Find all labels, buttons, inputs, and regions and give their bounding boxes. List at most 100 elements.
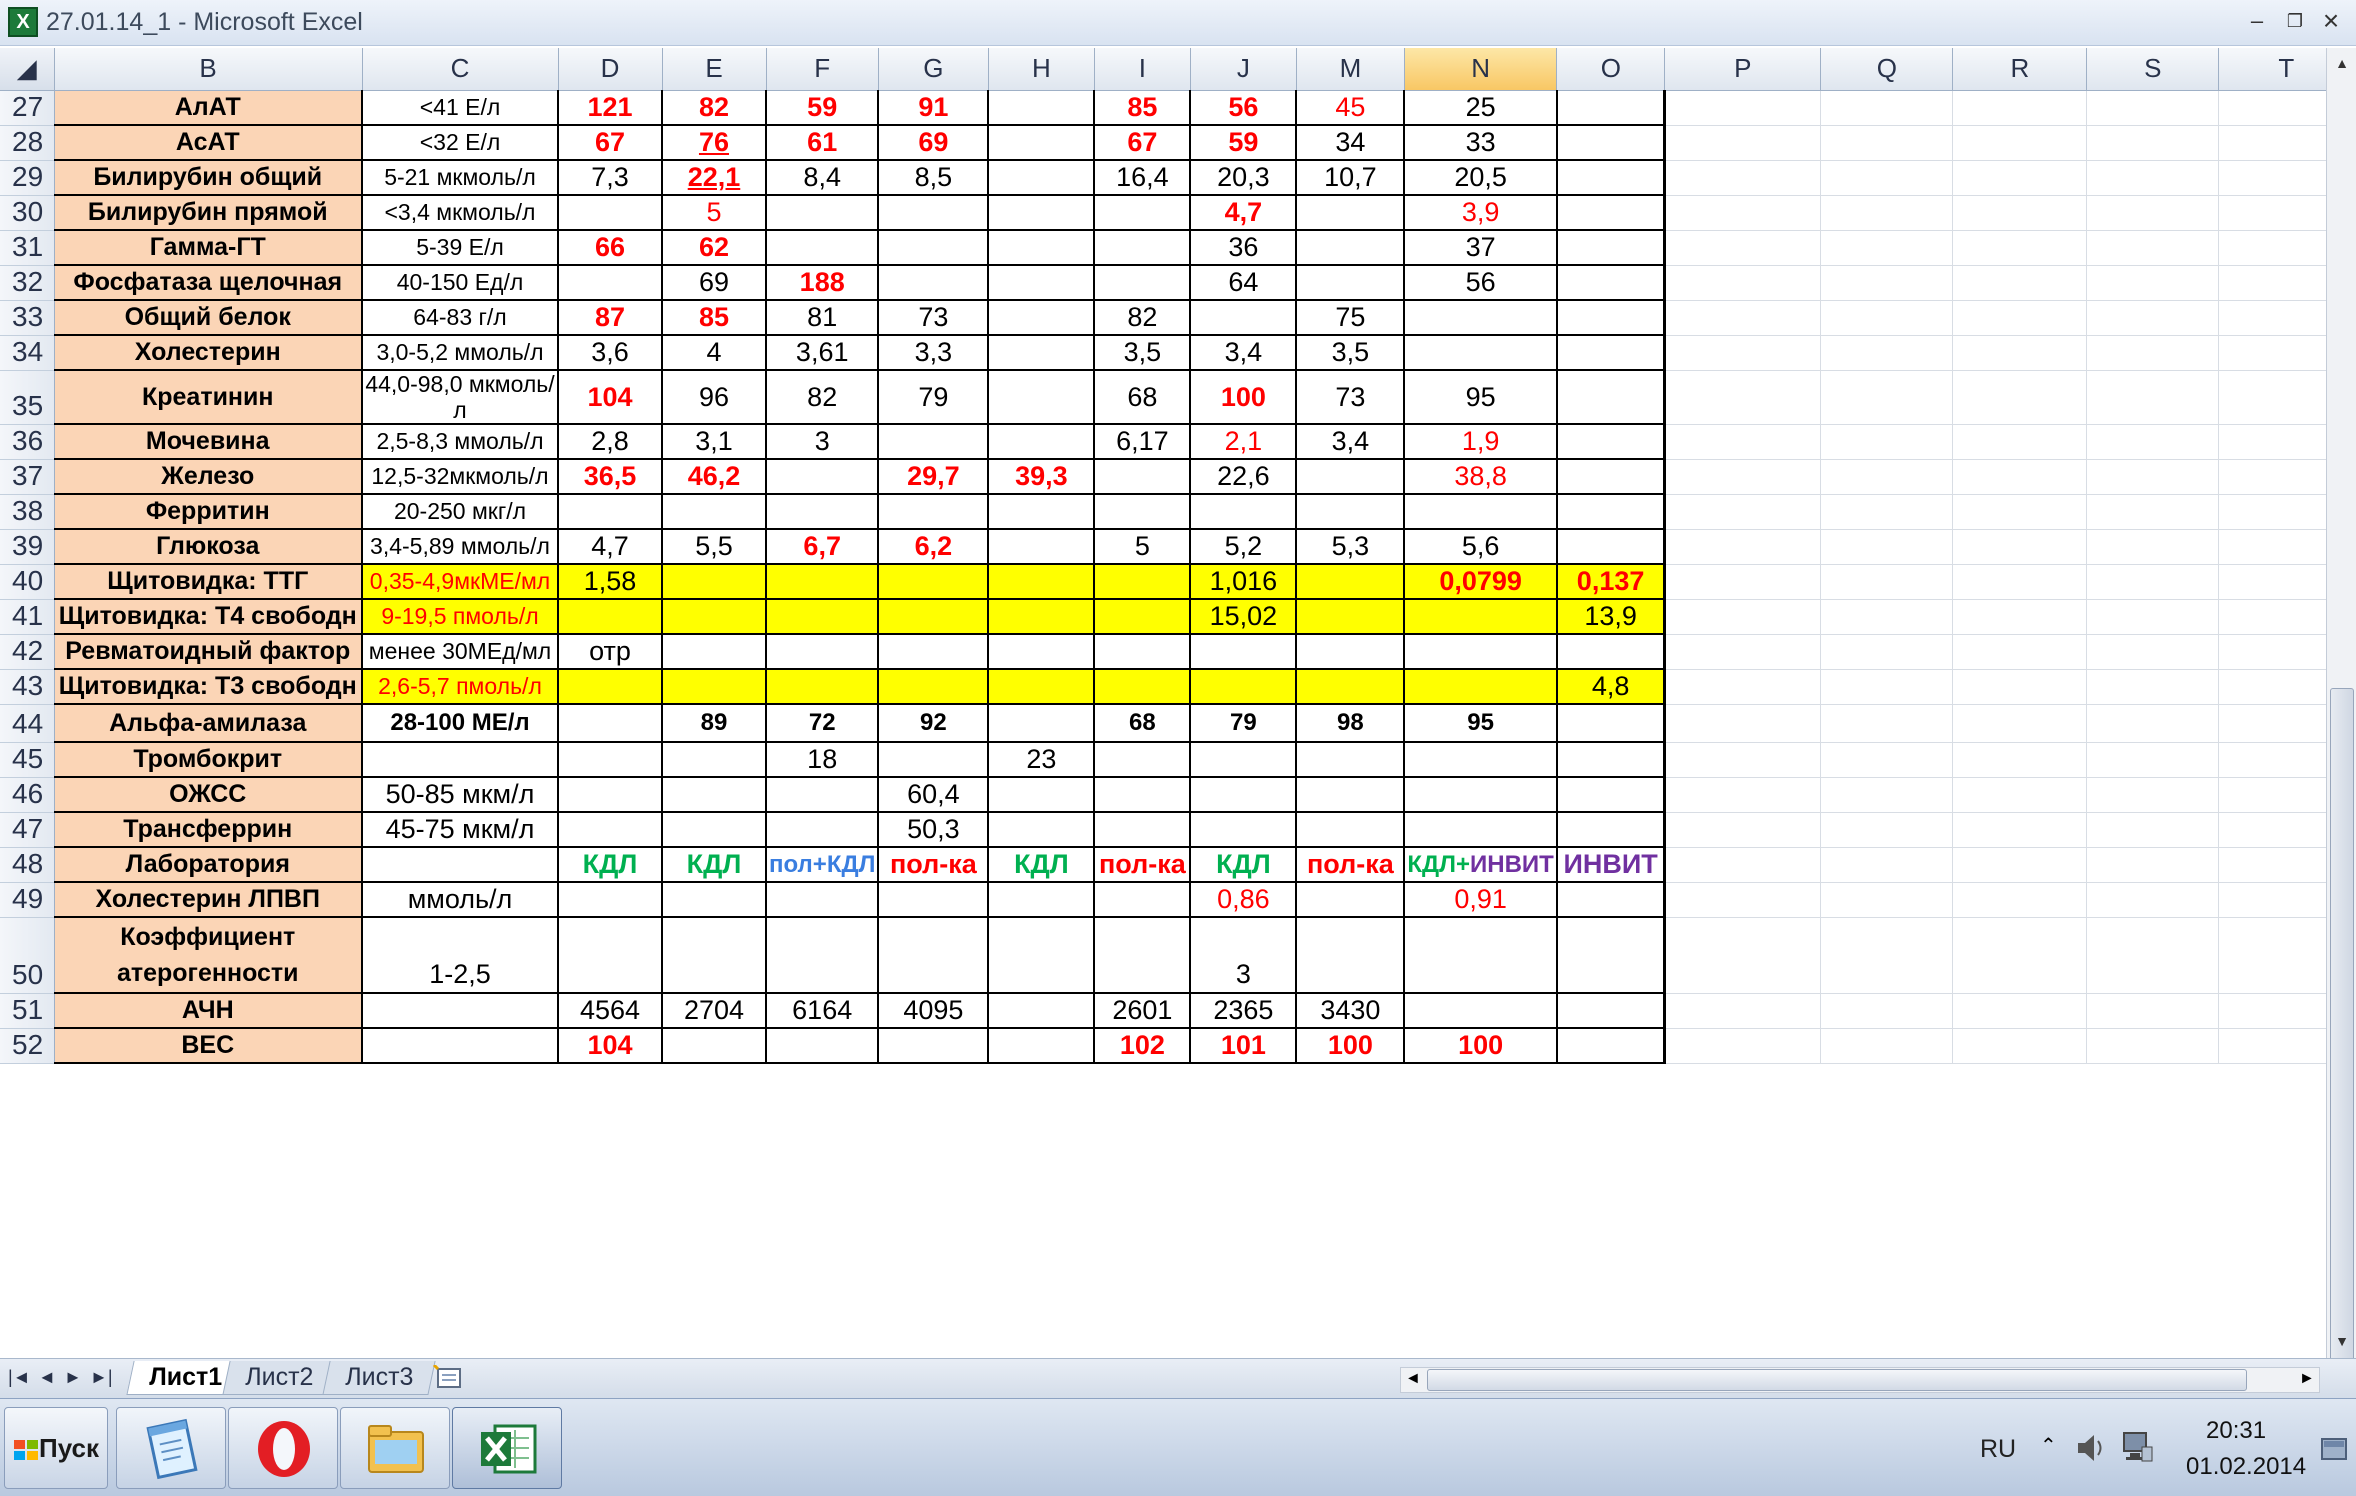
empty-cell[interactable] (1820, 160, 1954, 196)
empty-cell[interactable] (1664, 529, 1822, 565)
test-name-cell[interactable]: Ревматоидный фактор (54, 634, 363, 670)
row-header[interactable]: 43 (0, 669, 55, 705)
value-cell[interactable] (988, 993, 1096, 1029)
value-cell[interactable] (988, 424, 1096, 460)
empty-cell[interactable] (1952, 230, 2088, 266)
value-cell[interactable] (878, 1028, 990, 1064)
empty-cell[interactable] (1952, 847, 2088, 883)
row-header[interactable]: 46 (0, 777, 55, 813)
empty-cell[interactable] (2086, 599, 2220, 635)
value-cell[interactable] (1094, 634, 1192, 670)
value-cell[interactable]: 25 (1404, 90, 1558, 126)
value-cell[interactable] (878, 669, 990, 705)
empty-cell[interactable] (2086, 335, 2220, 371)
value-cell[interactable] (1556, 160, 1667, 196)
minimize-button[interactable]: – (2240, 6, 2274, 36)
value-cell[interactable] (988, 494, 1096, 530)
tab-sheet3[interactable]: Лист3 (322, 1361, 436, 1395)
test-name-cell[interactable]: Щитовидка: Т3 свободн (54, 669, 363, 705)
value-cell[interactable] (1296, 265, 1406, 301)
empty-cell[interactable] (1820, 195, 1954, 231)
insert-sheet-icon[interactable] (432, 1363, 468, 1391)
value-cell[interactable]: отр (558, 634, 663, 670)
empty-cell[interactable] (1820, 742, 1954, 778)
value-cell[interactable] (1190, 742, 1298, 778)
value-cell[interactable]: 0,86 (1190, 882, 1298, 918)
value-cell[interactable]: 1,58 (558, 564, 663, 600)
excel-taskbar-button[interactable] (452, 1407, 562, 1489)
empty-cell[interactable] (1952, 529, 2088, 565)
value-cell[interactable] (1296, 599, 1406, 635)
empty-cell[interactable] (2086, 917, 2220, 994)
empty-cell[interactable] (1820, 335, 1954, 371)
value-cell[interactable] (1556, 335, 1667, 371)
empty-cell[interactable] (2086, 459, 2220, 495)
value-cell[interactable] (1556, 90, 1667, 126)
empty-cell[interactable] (1952, 424, 2088, 460)
value-cell[interactable] (1404, 812, 1558, 848)
value-cell[interactable] (662, 777, 767, 813)
value-cell[interactable]: 79 (878, 370, 990, 425)
value-cell[interactable]: 91 (878, 90, 990, 126)
value-cell[interactable] (988, 195, 1096, 231)
empty-cell[interactable] (1952, 265, 2088, 301)
value-cell[interactable]: 4,8 (1556, 669, 1667, 705)
value-cell[interactable]: 29,7 (878, 459, 990, 495)
value-cell[interactable] (1296, 742, 1406, 778)
empty-cell[interactable] (2086, 370, 2220, 425)
value-cell[interactable]: 67 (558, 125, 663, 161)
value-cell[interactable] (878, 195, 990, 231)
value-cell[interactable]: 68 (1094, 370, 1192, 425)
value-cell[interactable] (558, 704, 663, 743)
empty-cell[interactable] (1952, 882, 2088, 918)
empty-cell[interactable] (2086, 704, 2220, 743)
value-cell[interactable] (1404, 669, 1558, 705)
column-header-o[interactable]: O (1556, 48, 1666, 91)
empty-cell[interactable] (1664, 847, 1822, 883)
value-cell[interactable]: 20,3 (1190, 160, 1298, 196)
value-cell[interactable]: 89 (662, 704, 767, 743)
value-cell[interactable] (662, 917, 767, 994)
test-name-cell[interactable]: Фосфатаза щелочная (54, 265, 363, 301)
opera-taskbar-button[interactable] (228, 1407, 338, 1489)
value-cell[interactable] (988, 529, 1096, 565)
value-cell[interactable]: 76 (662, 125, 767, 161)
value-cell[interactable]: 33 (1404, 125, 1558, 161)
value-cell[interactable] (878, 424, 990, 460)
value-cell[interactable] (558, 742, 663, 778)
test-name-cell[interactable]: Холестерин (54, 335, 363, 371)
row-header[interactable]: 38 (0, 494, 55, 530)
empty-cell[interactable] (1820, 882, 1954, 918)
value-cell[interactable] (1190, 669, 1298, 705)
value-cell[interactable] (1556, 459, 1667, 495)
column-header-s[interactable]: S (2086, 48, 2220, 91)
value-cell[interactable] (988, 335, 1096, 371)
reference-range-cell[interactable] (362, 1028, 559, 1064)
network-icon[interactable] (2120, 1429, 2154, 1465)
value-cell[interactable]: 3 (766, 424, 880, 460)
value-cell[interactable] (988, 599, 1096, 635)
value-cell[interactable]: 22,1 (662, 160, 767, 196)
select-all-corner[interactable]: ◢ (0, 48, 55, 91)
value-cell[interactable]: 64 (1190, 265, 1298, 301)
notepad-taskbar-button[interactable] (116, 1407, 226, 1489)
row-header[interactable]: 27 (0, 90, 55, 126)
value-cell[interactable] (1094, 459, 1192, 495)
empty-cell[interactable] (1820, 424, 1954, 460)
empty-cell[interactable] (1664, 424, 1822, 460)
reference-range-cell[interactable]: <41 Е/л (362, 90, 559, 126)
value-cell[interactable]: пол-ка (1094, 847, 1192, 883)
value-cell[interactable] (878, 265, 990, 301)
value-cell[interactable]: 68 (1094, 704, 1192, 743)
empty-cell[interactable] (2086, 1028, 2220, 1064)
value-cell[interactable] (662, 812, 767, 848)
value-cell[interactable] (1404, 599, 1558, 635)
value-cell[interactable] (766, 494, 880, 530)
empty-cell[interactable] (1820, 812, 1954, 848)
value-cell[interactable] (558, 195, 663, 231)
value-cell[interactable] (1094, 494, 1192, 530)
value-cell[interactable] (988, 777, 1096, 813)
empty-cell[interactable] (1820, 599, 1954, 635)
empty-cell[interactable] (1952, 704, 2088, 743)
test-name-cell[interactable]: Креатинин (54, 370, 363, 425)
